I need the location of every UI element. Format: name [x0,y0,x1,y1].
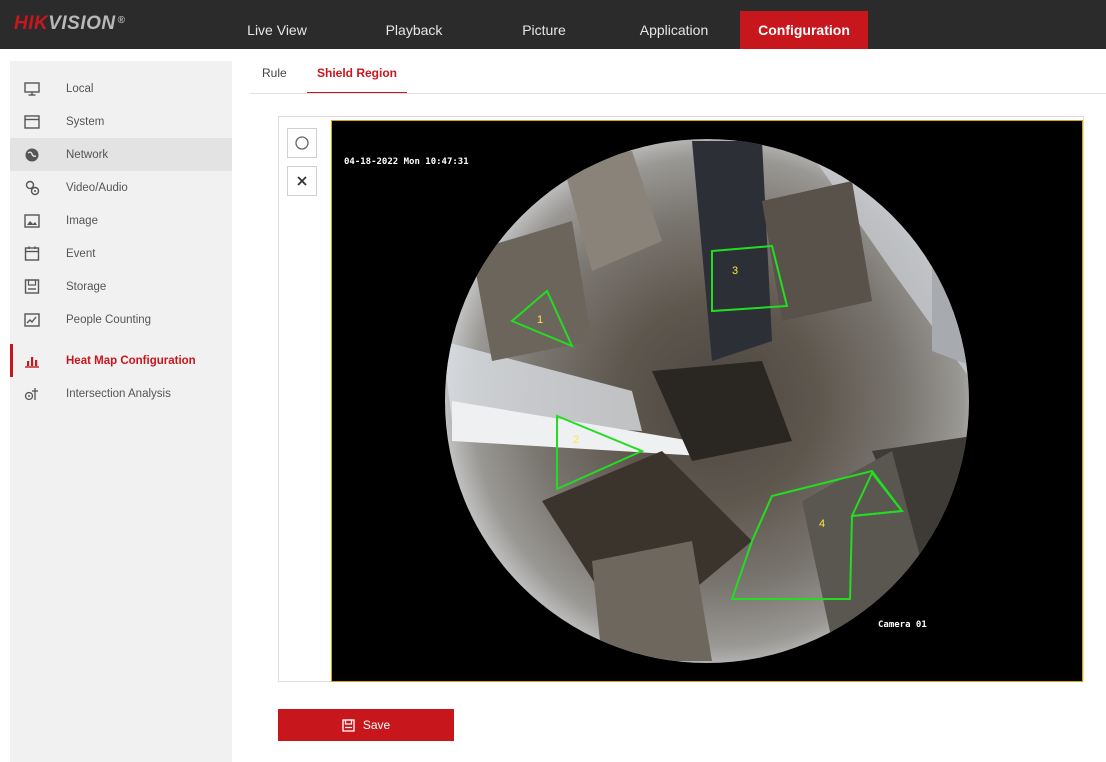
sidebar-item-label: Image [66,214,98,227]
heat-map-icon [24,353,40,369]
close-icon [296,175,308,187]
tab-divider [250,93,1106,94]
globe-icon [24,147,40,163]
system-icon [24,114,40,130]
sidebar-item-label: Storage [66,280,107,293]
live-video-canvas[interactable]: 1 2 3 4 04-18-2022 Mon 10:47:31 Camera 0… [331,120,1083,682]
region-number-1: 1 [537,314,543,326]
storage-icon [24,279,40,295]
nav-configuration[interactable]: Configuration [740,11,868,49]
nav-picture[interactable]: Picture [506,11,582,49]
sidebar-item-label: Heat Map Configuration [66,354,196,367]
sidebar-item-storage[interactable]: Storage [10,270,232,303]
sidebar-item-label: System [66,115,105,128]
camera-name-overlay: Camera 01 [878,620,927,630]
nav-application[interactable]: Application [628,11,720,49]
sidebar-item-people-counting[interactable]: People Counting [10,303,232,336]
logo-registered-mark: ® [117,15,126,26]
nav-live-view[interactable]: Live View [244,11,310,49]
save-button[interactable]: Save [278,709,454,741]
sidebar-item-label: Local [66,82,94,95]
region-number-3: 3 [732,265,738,277]
video-timestamp-overlay: 04-18-2022 Mon 10:47:31 [344,157,469,167]
tab-rule[interactable]: Rule [262,66,287,94]
sidebar-item-network[interactable]: Network [10,138,232,171]
sidebar-item-heat-map-configuration[interactable]: Heat Map Configuration [10,344,232,377]
sidebar-item-intersection-analysis[interactable]: Intersection Analysis [10,377,232,410]
region-number-2: 2 [573,434,579,446]
fisheye-view: 1 2 3 4 [445,139,969,663]
save-icon [342,718,355,732]
region-number-4: 4 [819,518,825,530]
logo-vision-text: VISION [48,13,116,34]
calendar-icon [24,246,40,262]
save-button-label: Save [362,718,391,732]
sidebar-item-image[interactable]: Image [10,204,232,237]
logo-hik-text: HIK [14,13,49,34]
sidebar-item-video-audio[interactable]: Video/Audio [10,171,232,204]
configuration-sidebar: Local System Network Video/Audio Image E… [10,61,232,762]
sidebar-item-label: People Counting [66,313,152,326]
sidebar-item-system[interactable]: System [10,105,232,138]
people-counting-icon [24,312,40,328]
image-icon [24,213,40,229]
top-navigation-bar: HIK VISION ® Live View Playback Picture Ap… [0,0,1106,49]
sidebar-item-local[interactable]: Local [10,72,232,105]
sidebar-item-label: Network [66,148,109,161]
sidebar-item-event[interactable]: Event [10,237,232,270]
intersection-icon [24,386,40,402]
video-audio-icon [24,180,40,196]
sidebar-item-label: Event [66,247,96,260]
monitor-icon [24,81,40,97]
clear-region-button[interactable] [287,166,317,196]
circle-icon [294,135,310,151]
nav-playback[interactable]: Playback [372,11,456,49]
draw-region-button[interactable] [287,128,317,158]
tab-shield-region[interactable]: Shield Region [307,66,408,94]
sidebar-item-label: Intersection Analysis [66,387,171,400]
sidebar-item-label: Video/Audio [66,181,128,194]
hikvision-logo: HIK VISION ® [14,13,126,37]
